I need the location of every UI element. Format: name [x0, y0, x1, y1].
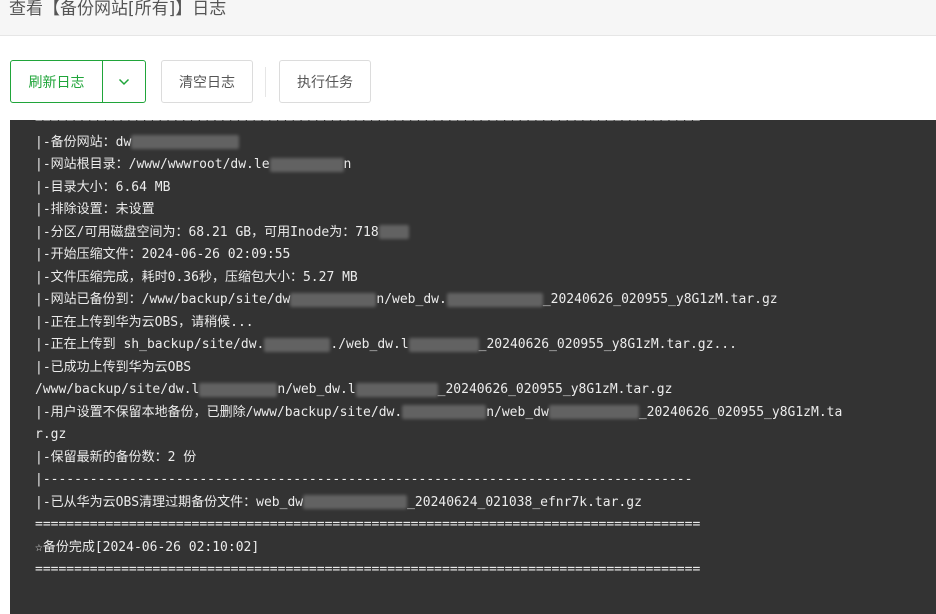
redacted-block: [408, 337, 479, 352]
log-line: |-用户设置不保留本地备份，已删除/www/backup/site/dw. n/w…: [35, 404, 843, 420]
redacted-block: [378, 225, 409, 239]
log-line: r.gz: [35, 427, 67, 442]
redacted-block: [290, 292, 377, 307]
log-line: |-文件压缩完成，耗时0.36秒，压缩包大小：5.27 MB: [35, 269, 358, 285]
log-line: ========================================…: [35, 120, 842, 132]
log-line: /www/backup/site/dw.l n/web_dw.l _20240626…: [35, 382, 673, 397]
log-line: |-网站已备份到：/www/backup/site/dw n/web_dw. _20…: [35, 292, 778, 307]
log-line: |-已从华为云OBS清理过期备份文件：web_dw _20240624_02103…: [35, 494, 642, 510]
log-line: ========================================…: [35, 562, 701, 577]
log-line: ☆备份完成[2024-06-26 02:10:02]: [35, 539, 260, 555]
refresh-button-group: 刷新日志: [10, 60, 146, 103]
log-line: |-正在上传到华为云OBS，请稍候...: [35, 314, 254, 330]
log-line: ========================================…: [35, 517, 701, 532]
clear-log-button[interactable]: 清空日志: [161, 60, 253, 103]
log-line: |-网站根目录：/www/wwwroot/dw.le n: [35, 157, 352, 172]
refresh-log-button[interactable]: 刷新日志: [11, 61, 103, 102]
redacted-block: [303, 495, 408, 509]
log-line: |-目录大小：6.64 MB: [35, 179, 171, 195]
dialog-title: 查看【备份网站[所有]】日志: [9, 0, 227, 19]
redacted-block: [402, 405, 487, 419]
dialog-header: 查看【备份网站[所有]】日志: [0, 0, 936, 36]
log-console[interactable]: ========================================…: [10, 120, 936, 614]
log-line: |-备份网站：dw: [35, 132, 842, 155]
run-task-button[interactable]: 执行任务: [279, 60, 371, 103]
redacted-block: [269, 157, 344, 172]
redacted-block: [131, 135, 240, 149]
log-line: |-正在上传到 sh_backup/site/dw. ./web_dw.l _202…: [35, 337, 737, 352]
log-line: |-已成功上传到华为云OBS: [35, 359, 192, 375]
redacted-block: [355, 382, 438, 397]
redacted-block: [264, 337, 331, 352]
redacted-block: [199, 382, 278, 397]
log-line: |-排除设置：未设置: [35, 202, 155, 217]
log-line: |---------------------------------------…: [35, 472, 693, 487]
redacted-block: [446, 292, 543, 307]
log-line: |-保留最新的备份数：2 份: [35, 449, 197, 465]
log-line: |-分区/可用磁盘空间为：68.21 GB，可用Inode为：718: [35, 222, 842, 245]
toolbar-divider: [265, 67, 266, 97]
refresh-dropdown-toggle[interactable]: [103, 61, 145, 102]
redacted-block: [548, 405, 639, 419]
log-line: |-开始压缩文件：2024-06-26 02:09:55: [35, 247, 291, 262]
log-content: ========================================…: [10, 120, 842, 582]
chevron-down-icon: [118, 78, 130, 85]
